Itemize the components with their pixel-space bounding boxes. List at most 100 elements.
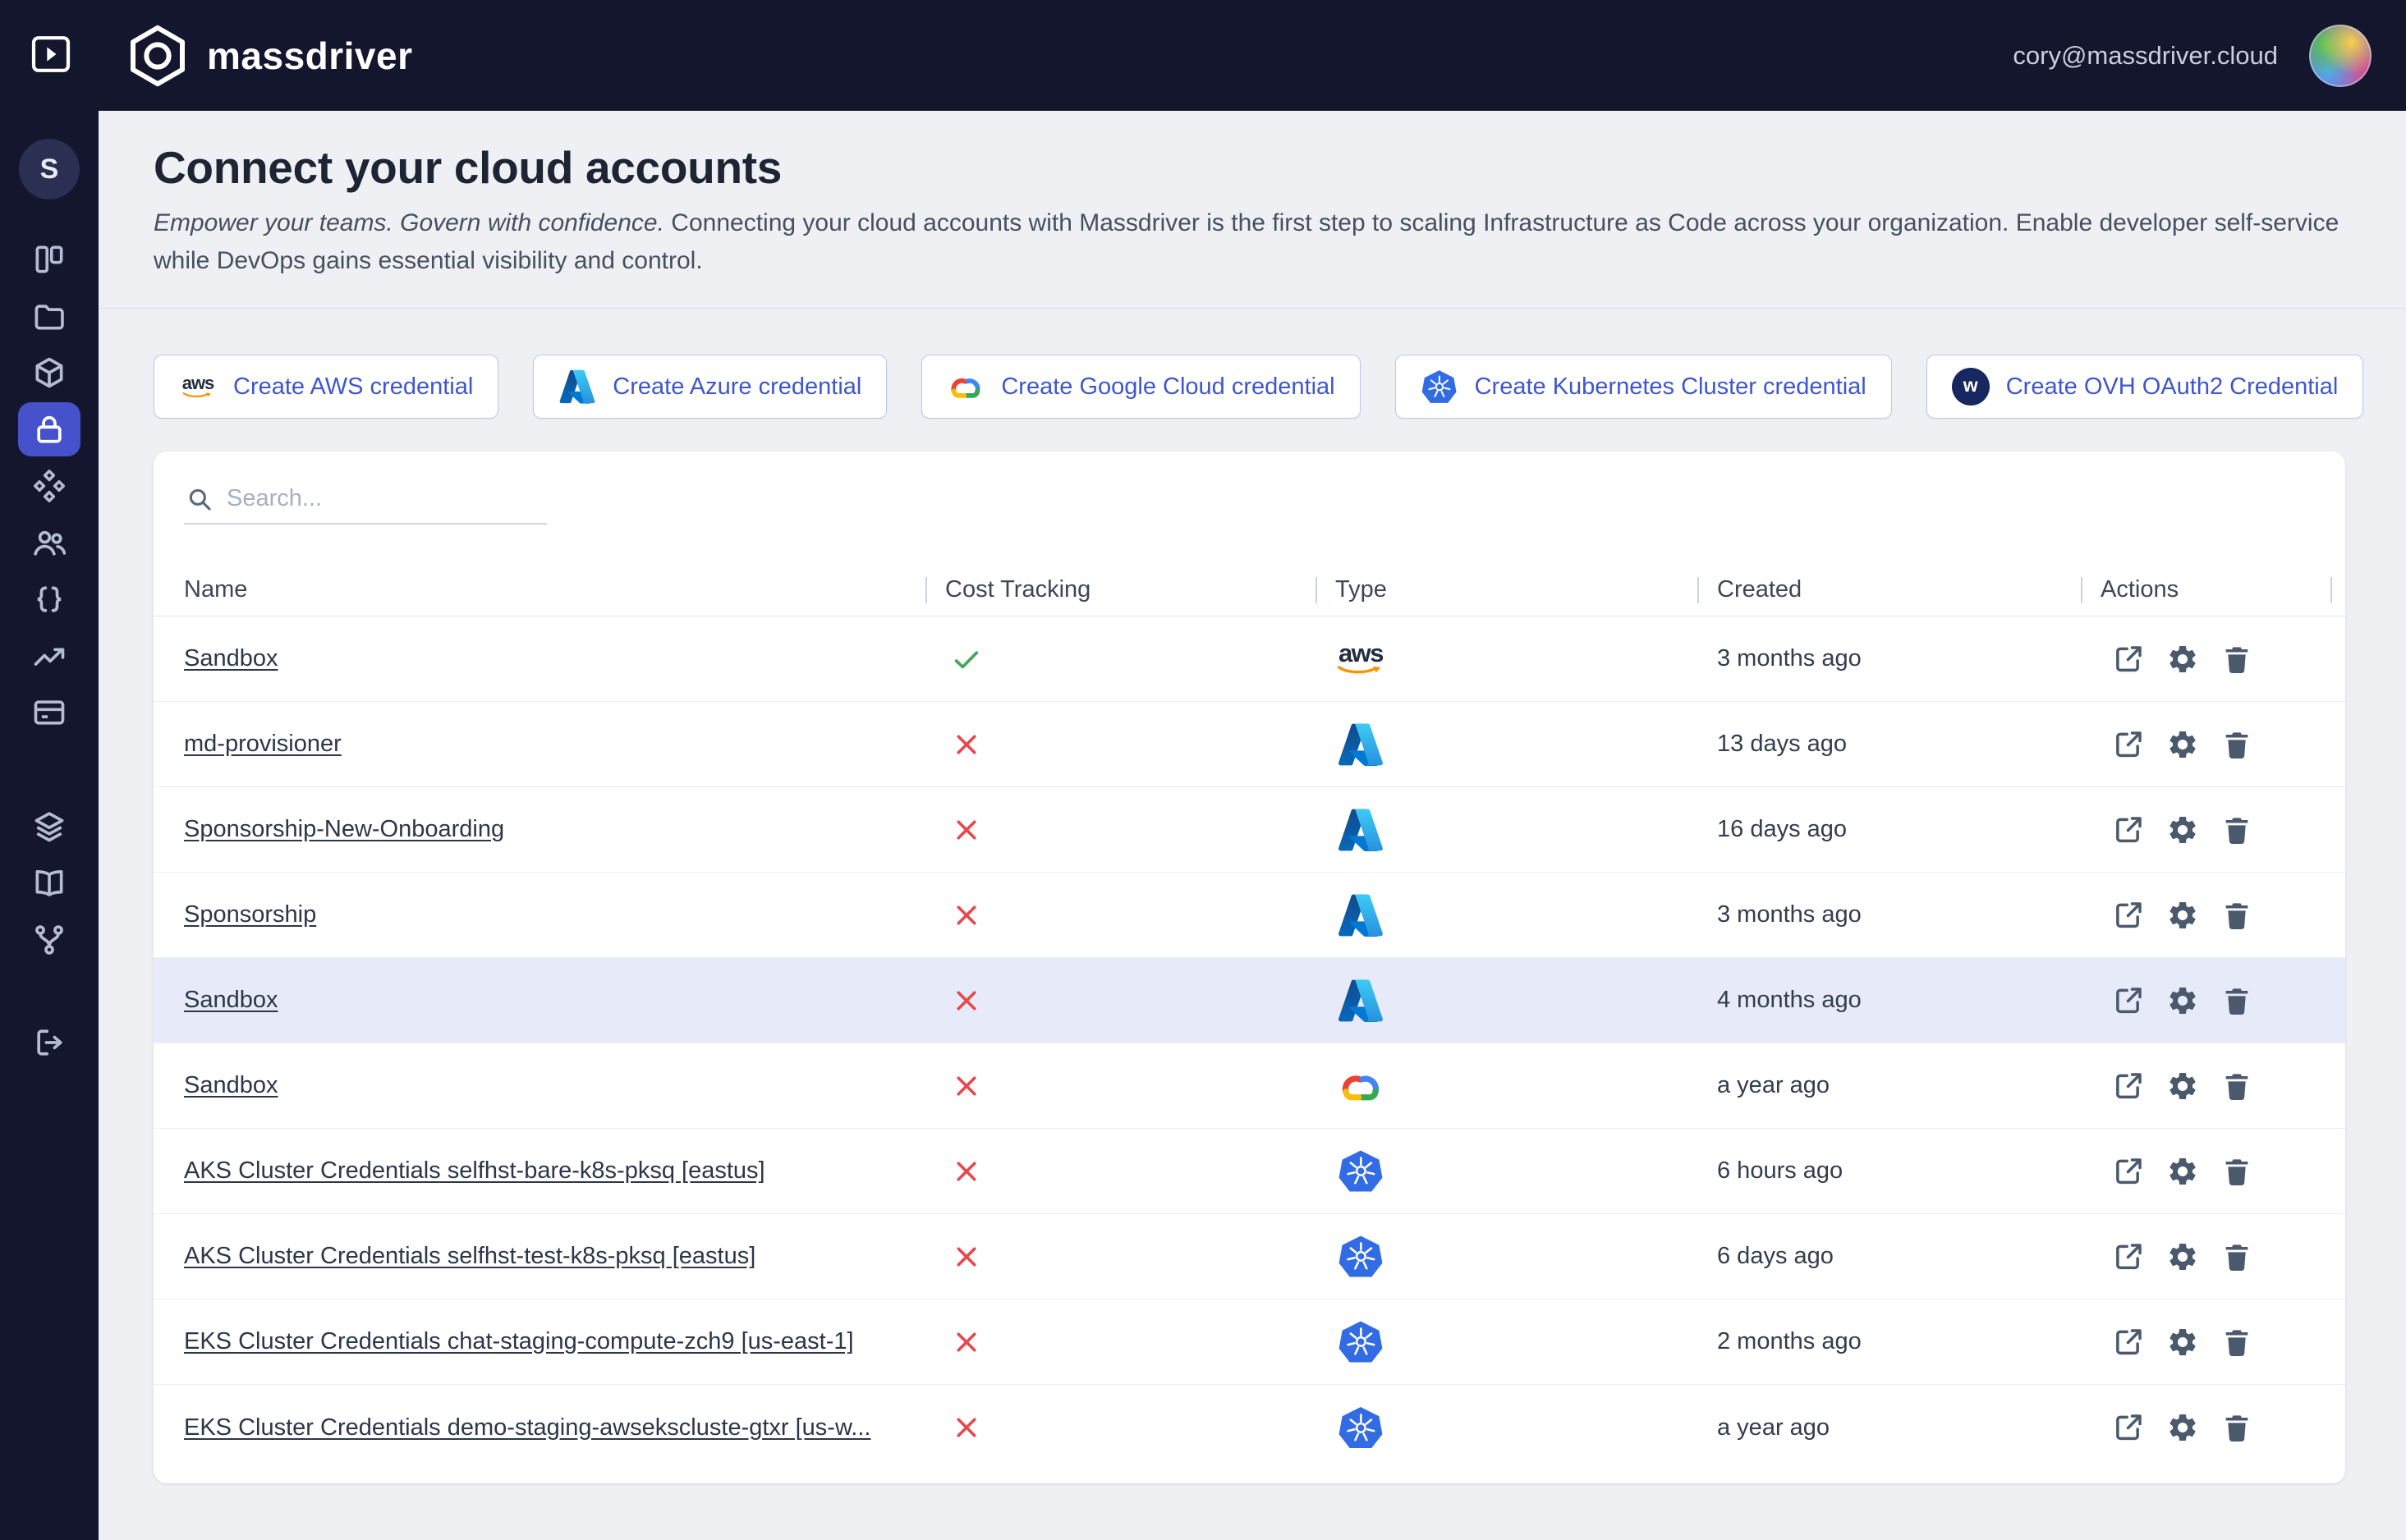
- sidebar-toggle-button[interactable]: [25, 30, 77, 82]
- create-credential-button[interactable]: Create Google Cloud credential: [921, 355, 1360, 419]
- panel-toggle-icon: [28, 31, 74, 77]
- sidebar-item-dashboard[interactable]: [18, 232, 80, 286]
- credential-name-link[interactable]: AKS Cluster Credentials selfhst-bare-k8s…: [184, 1157, 765, 1185]
- user-avatar[interactable]: [2309, 25, 2372, 87]
- open-in-new-button[interactable]: [2112, 728, 2145, 761]
- type-cell: [1335, 1148, 1717, 1195]
- sidebar-item-logout[interactable]: [18, 1015, 80, 1070]
- trash-button[interactable]: [2220, 814, 2253, 846]
- open-in-new-button[interactable]: [2112, 1411, 2145, 1444]
- name-cell: EKS Cluster Credentials chat-staging-com…: [154, 1328, 945, 1355]
- x-icon: [952, 815, 981, 845]
- column-header-created: Created: [1717, 564, 2101, 616]
- kubernetes-logo-icon: [1337, 1404, 1384, 1451]
- kubernetes-logo-icon: [1337, 1318, 1384, 1366]
- trash-button[interactable]: [2220, 1240, 2253, 1273]
- settings-gear-button[interactable]: [2166, 1326, 2199, 1359]
- settings-gear-button[interactable]: [2166, 984, 2199, 1017]
- sidebar-secondary-nav: [18, 800, 80, 969]
- ovh-logo-icon: w: [1952, 368, 1990, 406]
- sidebar-item-fork[interactable]: [18, 913, 80, 967]
- sidebar-item-code[interactable]: [18, 572, 80, 626]
- create-credential-button[interactable]: Create Azure credential: [533, 355, 887, 419]
- gcp-logo-icon: [947, 368, 985, 406]
- page-subtitle: Empower your teams. Govern with confiden…: [154, 204, 2349, 280]
- azure-logo-icon: [1337, 977, 1384, 1024]
- sidebar-item-team[interactable]: [18, 516, 80, 570]
- trash-button[interactable]: [2220, 1070, 2253, 1102]
- open-in-new-button[interactable]: [2112, 1240, 2145, 1273]
- credential-name-link[interactable]: md-provisioner: [184, 731, 342, 758]
- kubernetes-logo-icon: [1337, 1233, 1384, 1281]
- sidebar-item-book[interactable]: [18, 856, 80, 910]
- settings-gear-button[interactable]: [2166, 1411, 2199, 1444]
- column-header-cost-tracking: Cost Tracking: [945, 564, 1335, 616]
- credential-name-link[interactable]: AKS Cluster Credentials selfhst-test-k8s…: [184, 1243, 755, 1270]
- sidebar-item-trend[interactable]: [18, 629, 80, 683]
- credential-name-link[interactable]: Sandbox: [184, 987, 278, 1014]
- settings-gear-button[interactable]: [2166, 728, 2199, 761]
- settings-gear-button[interactable]: [2166, 899, 2199, 932]
- x-icon: [952, 986, 981, 1015]
- sidebar-item-billing-card[interactable]: [18, 685, 80, 740]
- open-in-new-button[interactable]: [2112, 814, 2145, 846]
- gcp-logo-icon: [1337, 1062, 1384, 1110]
- settings-gear-button[interactable]: [2166, 643, 2199, 676]
- x-icon: [952, 1157, 981, 1186]
- open-in-new-button[interactable]: [2112, 1070, 2145, 1102]
- sidebar-item-diamond-grid[interactable]: [18, 459, 80, 513]
- sidebar-item-package[interactable]: [18, 346, 80, 400]
- create-credential-button-label: Create OVH OAuth2 Credential: [2006, 374, 2339, 401]
- trash-button[interactable]: [2220, 1155, 2253, 1188]
- cost-tracking-cell: [945, 1071, 1335, 1101]
- open-in-new-button[interactable]: [2112, 984, 2145, 1017]
- sidebar: S: [0, 111, 99, 1540]
- sidebar-item-folder[interactable]: [18, 289, 80, 343]
- sidebar-item-layers[interactable]: [18, 800, 80, 854]
- created-cell: 2 months ago: [1717, 1328, 2101, 1355]
- settings-gear-button[interactable]: [2166, 1240, 2199, 1273]
- name-cell: Sandbox: [154, 987, 945, 1014]
- open-in-new-button[interactable]: [2112, 1155, 2145, 1188]
- name-cell: md-provisioner: [154, 731, 945, 758]
- actions-cell: [2101, 1411, 2345, 1444]
- open-in-new-button[interactable]: [2112, 643, 2145, 676]
- credential-name-link[interactable]: Sponsorship-New-Onboarding: [184, 816, 504, 843]
- trash-button[interactable]: [2220, 899, 2253, 932]
- table-row: Sandbox a year ago: [154, 1043, 2345, 1129]
- trash-button[interactable]: [2220, 728, 2253, 761]
- trash-button[interactable]: [2220, 1326, 2253, 1359]
- workspace-avatar[interactable]: S: [19, 139, 80, 199]
- open-in-new-button[interactable]: [2112, 1326, 2145, 1359]
- check-icon: [952, 644, 981, 674]
- credential-name-link[interactable]: EKS Cluster Credentials chat-staging-com…: [184, 1328, 854, 1355]
- actions-cell: [2101, 1240, 2345, 1273]
- settings-gear-button[interactable]: [2166, 1070, 2199, 1102]
- azure-logo-icon: [1337, 806, 1384, 854]
- table-row: EKS Cluster Credentials chat-staging-com…: [154, 1299, 2345, 1385]
- create-credential-button[interactable]: Create Kubernetes Cluster credential: [1395, 355, 1892, 419]
- team-icon: [31, 525, 67, 561]
- settings-gear-button[interactable]: [2166, 1155, 2199, 1188]
- search-input[interactable]: [225, 484, 545, 513]
- credential-name-link[interactable]: Sponsorship: [184, 901, 316, 928]
- credential-name-link[interactable]: Sandbox: [184, 1072, 278, 1099]
- column-header-name: Name: [154, 564, 945, 616]
- trash-button[interactable]: [2220, 1411, 2253, 1444]
- azure-logo-icon: [1337, 891, 1384, 939]
- aws-logo-icon: aws: [1337, 635, 1384, 683]
- search-icon: [186, 485, 214, 513]
- open-in-new-button[interactable]: [2112, 899, 2145, 932]
- settings-gear-button[interactable]: [2166, 814, 2199, 846]
- trash-button[interactable]: [2220, 984, 2253, 1017]
- create-credential-button[interactable]: w Create OVH OAuth2 Credential: [1926, 355, 2364, 419]
- name-cell: Sponsorship-New-Onboarding: [154, 816, 945, 843]
- credential-name-link[interactable]: EKS Cluster Credentials demo-staging-aws…: [184, 1414, 870, 1441]
- page-title: Connect your cloud accounts: [154, 142, 2349, 193]
- actions-cell: [2101, 643, 2345, 676]
- create-credential-button[interactable]: awsCreate AWS credential: [154, 355, 498, 419]
- credential-name-link[interactable]: Sandbox: [184, 645, 278, 672]
- sidebar-item-lock[interactable]: [18, 402, 80, 456]
- cost-tracking-cell: [945, 1157, 1335, 1186]
- trash-button[interactable]: [2220, 643, 2253, 676]
